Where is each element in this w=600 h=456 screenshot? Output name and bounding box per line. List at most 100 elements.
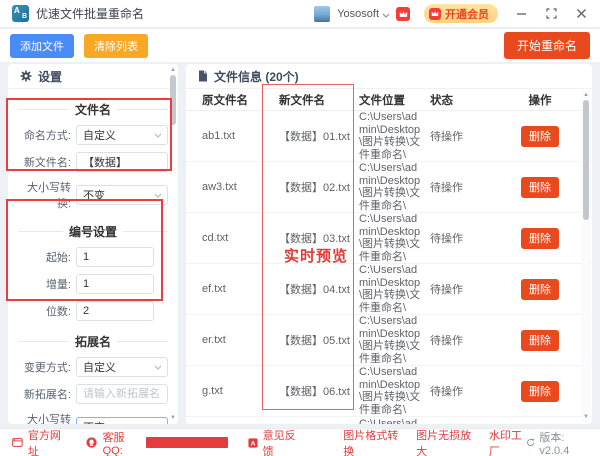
- new-extension-input[interactable]: [76, 384, 168, 404]
- status-text: 待操作: [430, 383, 502, 399]
- clear-list-button[interactable]: 清除列表: [84, 34, 148, 58]
- file-location: C:\Users\admin\Desktop\图片转换\文件重命名\: [359, 366, 430, 416]
- digits-label: 位数:: [14, 303, 76, 319]
- chevron-down-icon: [154, 365, 162, 370]
- chevron-down-icon: [154, 133, 162, 138]
- footer: 官方网址 客服QQ: A 意见反馈 图片格式转换 图片无损放大 水印工厂: [0, 428, 600, 456]
- col-action: 操作: [502, 92, 578, 108]
- original-name: aw3.txt: [202, 181, 279, 193]
- link-image-format-convert[interactable]: 图片格式转换: [343, 427, 399, 456]
- digits-input[interactable]: [76, 301, 154, 321]
- app-window: AB 优速文件批量重命名 Yososoft 开通会员: [0, 0, 600, 456]
- new-filename-input[interactable]: [76, 152, 168, 172]
- settings-title: 设置: [38, 68, 62, 85]
- case-convert-select[interactable]: 不变: [76, 185, 168, 205]
- table-row: aw3.txt 【数据】02.txt C:\Users\admin\Deskto…: [186, 162, 592, 213]
- settings-header: 设置: [8, 64, 178, 89]
- file-location: C:\Users\admin\Desktop\图片转换\文件重命名\: [359, 417, 430, 424]
- status-text: 待操作: [430, 230, 502, 246]
- delete-button[interactable]: 删除: [521, 279, 559, 300]
- table-scrollbar-thumb[interactable]: [583, 100, 589, 220]
- website-icon: [12, 437, 23, 448]
- file-location: C:\Users\admin\Desktop\图片转换\文件重命名\: [359, 111, 430, 161]
- section-extension: 拓展名: [18, 333, 168, 350]
- refresh-icon[interactable]: [526, 437, 535, 448]
- vip-badge-icon[interactable]: [396, 7, 410, 21]
- case-convert-label: 大小写转换:: [14, 179, 76, 211]
- official-site-link[interactable]: 官方网址: [12, 427, 64, 456]
- ext-case-convert-select[interactable]: 不变: [76, 417, 168, 424]
- maximize-button[interactable]: [544, 7, 558, 21]
- link-watermark-factory[interactable]: 水印工厂: [489, 427, 526, 456]
- version-info: 版本: v2.0.4: [526, 429, 588, 456]
- increment-input[interactable]: [76, 274, 154, 294]
- section-filename: 文件名: [18, 101, 168, 118]
- feedback-icon: A: [248, 437, 258, 449]
- close-button[interactable]: [574, 7, 588, 21]
- original-name: g.txt: [202, 385, 279, 397]
- file-icon: [198, 70, 208, 82]
- link-image-lossless-upscale[interactable]: 图片无损放大: [416, 427, 472, 456]
- new-name: 【数据】06.txt: [279, 383, 359, 399]
- status-text: 待操作: [430, 179, 502, 195]
- qq-support[interactable]: 客服QQ:: [86, 429, 227, 456]
- col-new-name: 新文件名: [279, 92, 359, 108]
- file-location: C:\Users\admin\Desktop\图片转换\文件重命名\: [359, 162, 430, 212]
- naming-method-select[interactable]: 自定义: [76, 125, 168, 145]
- sidebar-scrollbar-thumb[interactable]: [170, 75, 176, 125]
- file-info-title: 文件信息 (20个): [214, 68, 299, 85]
- add-files-button[interactable]: 添加文件: [10, 34, 74, 58]
- open-membership-button[interactable]: 开通会员: [424, 4, 498, 23]
- app-logo-icon: AB: [12, 5, 29, 22]
- status-text: 待操作: [430, 128, 502, 144]
- start-rename-button[interactable]: 开始重命名: [504, 32, 590, 59]
- delete-button[interactable]: 删除: [521, 177, 559, 198]
- change-method-label: 变更方式:: [14, 359, 76, 375]
- table-row: g.txt 【数据】06.txt C:\Users\admin\Desktop\…: [186, 366, 592, 417]
- table-scrollbar[interactable]: ▲ ▼: [581, 90, 591, 422]
- table-header-row: 原文件名 新文件名 文件位置 状态 操作: [186, 89, 592, 111]
- user-avatar[interactable]: [314, 6, 330, 22]
- chevron-down-icon[interactable]: [382, 7, 390, 21]
- new-name: 【数据】05.txt: [279, 332, 359, 348]
- delete-button[interactable]: 删除: [521, 381, 559, 402]
- col-original-name: 原文件名: [202, 92, 279, 108]
- start-number-input[interactable]: [76, 247, 154, 267]
- col-status: 状态: [430, 92, 502, 108]
- section-numbering: 编号设置: [18, 223, 168, 240]
- original-name: ab1.txt: [202, 130, 279, 142]
- table-row-partial: C:\Users\admin\Desktop\图片转换\文件重命名\: [186, 417, 592, 424]
- increment-label: 增量:: [14, 276, 76, 292]
- delete-button[interactable]: 删除: [521, 126, 559, 147]
- file-location: C:\Users\admin\Desktop\图片转换\文件重命名\: [359, 264, 430, 314]
- titlebar: AB 优速文件批量重命名 Yososoft 开通会员: [0, 0, 600, 28]
- scroll-down-icon[interactable]: ▼: [583, 414, 589, 420]
- delete-button[interactable]: 删除: [521, 330, 559, 351]
- delete-button[interactable]: 删除: [521, 228, 559, 249]
- app-title: 优速文件批量重命名: [36, 5, 144, 22]
- file-info-header: 文件信息 (20个): [186, 64, 592, 89]
- new-name: 【数据】04.txt: [279, 281, 359, 297]
- ext-case-convert-label: 大小写转换:: [14, 411, 76, 424]
- svg-text:A: A: [250, 440, 255, 447]
- naming-method-label: 命名方式:: [14, 127, 76, 143]
- qq-icon: [86, 436, 97, 449]
- original-name: ef.txt: [202, 283, 279, 295]
- table-row: er.txt 【数据】05.txt C:\Users\admin\Desktop…: [186, 315, 592, 366]
- sidebar-scrollbar[interactable]: ▲ ▼: [169, 65, 177, 423]
- scroll-up-icon[interactable]: ▲: [170, 67, 176, 73]
- original-name: er.txt: [202, 334, 279, 346]
- change-method-select[interactable]: 自定义: [76, 357, 168, 377]
- new-extension-label: 新拓展名:: [14, 386, 76, 402]
- minimize-button[interactable]: [514, 7, 528, 21]
- scroll-up-icon[interactable]: ▲: [583, 92, 589, 98]
- toolbar: 添加文件 清除列表 开始重命名: [0, 29, 600, 62]
- settings-panel: 设置 文件名 命名方式: 自定义 新文件名: 大小写转换: 不变 编号设置: [8, 64, 178, 424]
- username[interactable]: Yososoft: [337, 8, 379, 20]
- file-info-panel: 文件信息 (20个) 原文件名 新文件名 文件位置 状态 操作 ab1.txt …: [186, 64, 592, 424]
- feedback-link[interactable]: A 意见反馈: [248, 427, 300, 456]
- scroll-down-icon[interactable]: ▼: [170, 415, 176, 421]
- gear-icon: [20, 70, 32, 82]
- new-filename-label: 新文件名:: [14, 154, 76, 170]
- file-location: C:\Users\admin\Desktop\图片转换\文件重命名\: [359, 213, 430, 263]
